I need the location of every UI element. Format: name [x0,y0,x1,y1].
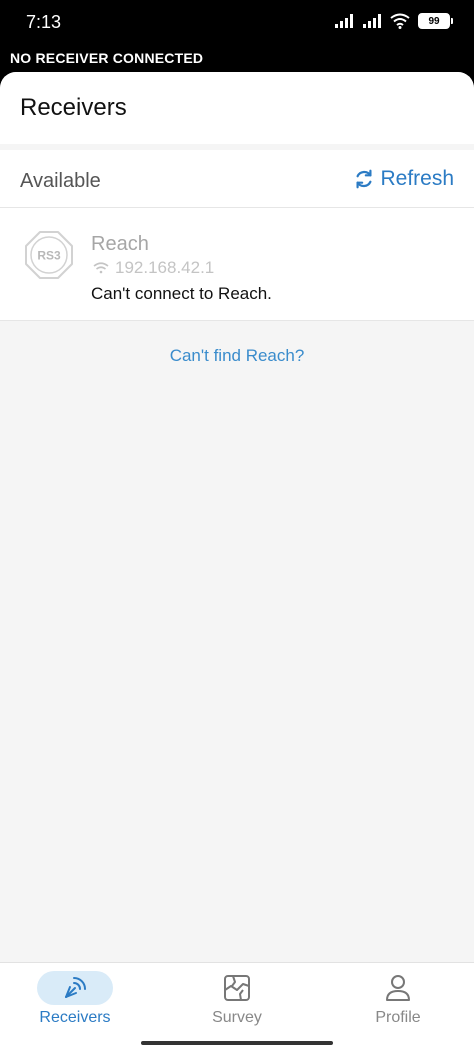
battery-level: 99 [428,15,440,27]
status-bar: 7:13 99 [0,0,474,44]
receiver-ip: 192.168.42.1 [115,258,215,277]
wifi-icon [93,262,109,274]
cellular-signal-icon [335,14,353,28]
status-time: 7:13 [26,12,62,32]
refresh-button[interactable]: Refresh [353,167,454,191]
map-icon [224,975,250,1001]
person-icon [386,975,410,1001]
nav-label-survey: Survey [212,1009,262,1026]
nav-icon-container [360,971,436,1005]
receiver-badge-text: RS3 [37,249,61,263]
receiver-list-item[interactable]: RS3 Reach 192.168.42.1 Can't connect to … [0,208,474,321]
battery-icon: 99 [418,13,453,29]
wifi-icon [390,13,410,29]
refresh-label: Refresh [380,167,454,190]
connection-banner: NO RECEIVER CONNECTED [0,44,474,72]
header: Receivers [0,72,474,144]
receiver-ip-row: 192.168.42.1 [93,258,214,278]
nav-item-survey[interactable]: Survey [177,971,297,1035]
status-icons: 99 [334,13,453,29]
bottom-navigation: Receivers Survey Profile [0,962,474,1053]
page-title: Receivers [20,94,127,121]
nav-icon-container [199,971,275,1005]
nav-label-receivers: Receivers [39,1009,111,1026]
app-screen: Receivers Available Refresh RS3 Reach 19… [0,72,474,1053]
cellular-signal-icon [363,14,381,28]
nav-item-profile[interactable]: Profile [338,971,458,1035]
refresh-icon [356,169,372,189]
receiver-status: Can't connect to Reach. [91,284,272,303]
nav-label-profile: Profile [375,1009,421,1026]
satellite-icon [65,977,86,998]
cant-find-reach-link[interactable]: Can't find Reach? [0,346,474,366]
receiver-badge-icon: RS3 [25,231,73,279]
receiver-name: Reach [91,233,149,255]
nav-item-receivers[interactable]: Receivers [15,971,135,1035]
nav-icon-container [37,971,113,1005]
home-indicator[interactable] [141,1041,333,1045]
available-label: Available [20,170,101,192]
available-section-header: Available Refresh [0,144,474,208]
